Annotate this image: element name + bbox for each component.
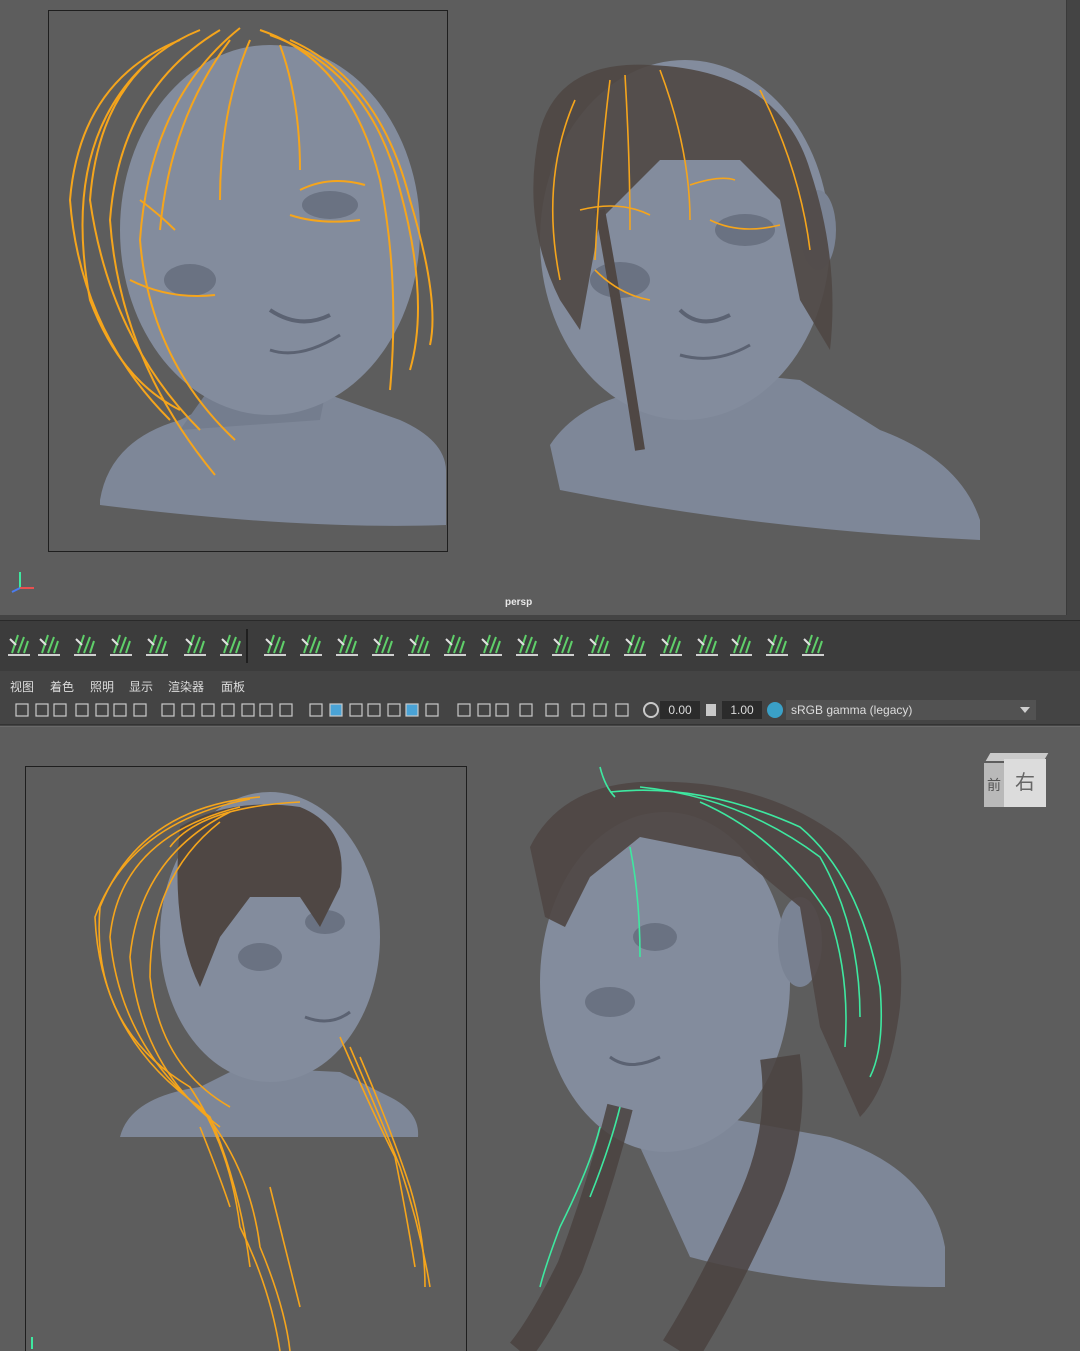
grid-plane-icon[interactable]	[34, 629, 64, 659]
menu-show[interactable]: 显示	[129, 678, 153, 695]
menu-lighting[interactable]: 照明	[90, 678, 114, 695]
gamma-icon[interactable]	[706, 704, 716, 716]
isolate-select-icon[interactable]	[544, 702, 560, 718]
add-guides-icon[interactable]	[296, 629, 326, 659]
view-cube[interactable]: 前 右	[984, 753, 1049, 811]
brush-noise-icon[interactable]	[692, 629, 722, 659]
grid-icon[interactable]	[160, 702, 176, 718]
menu-shading[interactable]: 着色	[50, 678, 74, 695]
export-guides-icon[interactable]	[216, 629, 246, 659]
use-all-lights-icon[interactable]	[404, 702, 420, 718]
select-camera-icon[interactable]	[14, 702, 30, 718]
grease-pencil-icon[interactable]	[94, 702, 110, 718]
top-viewport-canvas	[11, 27, 980, 593]
brush-scatter-icon[interactable]	[762, 629, 792, 659]
wireframe-on-shaded-icon[interactable]	[366, 702, 382, 718]
xray-active-icon[interactable]	[592, 702, 608, 718]
top-viewport[interactable]: persp	[0, 0, 1067, 615]
gate-mask-icon[interactable]	[220, 702, 236, 718]
view-cube-right-face[interactable]: 右	[1004, 759, 1046, 807]
color-space-dropdown[interactable]: sRGB gamma (legacy)	[786, 700, 1036, 720]
xray-icon[interactable]	[386, 702, 402, 718]
brush-clump-icon[interactable]	[512, 629, 542, 659]
exposure-field[interactable]: 0.00	[660, 701, 700, 719]
scale-guides-icon[interactable]	[70, 629, 100, 659]
resolution-gate-icon[interactable]	[200, 702, 216, 718]
brush-twist-icon[interactable]	[548, 629, 578, 659]
safe-action-icon[interactable]	[258, 702, 274, 718]
smooth-shade-icon[interactable]	[328, 702, 344, 718]
shadows-icon[interactable]	[424, 702, 440, 718]
menu-renderer[interactable]: 渲染器	[168, 678, 204, 695]
bottom-viewport-canvas	[31, 766, 945, 1351]
panel-menubar: 视图 着色 照明 显示 渲染器 面板	[0, 672, 1080, 700]
cut-guides-icon[interactable]	[106, 629, 136, 659]
brush-bend-icon[interactable]	[656, 629, 686, 659]
viewport-toolbar: 0.00 1.00 sRGB gamma (legacy)	[0, 698, 1080, 725]
brush-frizz-icon[interactable]	[726, 629, 756, 659]
xgen-shelf	[0, 620, 1080, 671]
chevron-down-icon	[1020, 707, 1030, 713]
bottom-viewport[interactable]: 前 右	[0, 726, 1080, 1351]
brush-length-icon[interactable]	[584, 629, 614, 659]
default-material-icon[interactable]	[348, 702, 364, 718]
brush-density-icon[interactable]	[798, 629, 828, 659]
motion-blur-icon[interactable]	[476, 702, 492, 718]
menu-view[interactable]: 视图	[10, 678, 34, 695]
preview-render-icon[interactable]	[260, 629, 290, 659]
brush-grab-icon[interactable]	[368, 629, 398, 659]
screen-space-ao-icon[interactable]	[456, 702, 472, 718]
wireframe-icon[interactable]	[308, 702, 324, 718]
anti-aliasing-icon[interactable]	[494, 702, 510, 718]
comb-icon[interactable]	[142, 629, 172, 659]
safe-title-icon[interactable]	[278, 702, 294, 718]
2d-pan-zoom-icon[interactable]	[112, 702, 128, 718]
xray-joints-icon[interactable]	[570, 702, 586, 718]
exposure-icon[interactable]	[643, 702, 659, 718]
brush-smooth-icon[interactable]	[404, 629, 434, 659]
depth-of-field-icon[interactable]	[518, 702, 534, 718]
brush-pinch-icon[interactable]	[440, 629, 470, 659]
view-cube-front-face[interactable]: 前	[984, 763, 1004, 807]
brush-lift-icon[interactable]	[620, 629, 650, 659]
brush-cut-icon[interactable]	[476, 629, 506, 659]
field-chart-icon[interactable]	[240, 702, 256, 718]
add-curves-icon[interactable]	[332, 629, 362, 659]
bookmarks-icon[interactable]	[52, 702, 68, 718]
camera-attributes-icon[interactable]	[34, 702, 50, 718]
camera-label: persp	[505, 597, 533, 608]
gamma-field[interactable]: 1.00	[722, 701, 762, 719]
axis-gizmo-top	[11, 572, 34, 593]
backface-icon[interactable]	[614, 702, 630, 718]
paint-icon[interactable]	[132, 702, 148, 718]
delete-guides-icon[interactable]	[180, 629, 210, 659]
color-management-toggle-icon[interactable]	[767, 702, 783, 718]
color-space-value: sRGB gamma (legacy)	[791, 703, 913, 717]
film-gate-icon[interactable]	[180, 702, 196, 718]
shelf-separator	[246, 629, 248, 663]
hair-layer-icon[interactable]	[4, 629, 34, 659]
image-plane-icon[interactable]	[74, 702, 90, 718]
head-mesh-left-top	[100, 45, 446, 526]
menu-panels[interactable]: 面板	[221, 678, 245, 695]
